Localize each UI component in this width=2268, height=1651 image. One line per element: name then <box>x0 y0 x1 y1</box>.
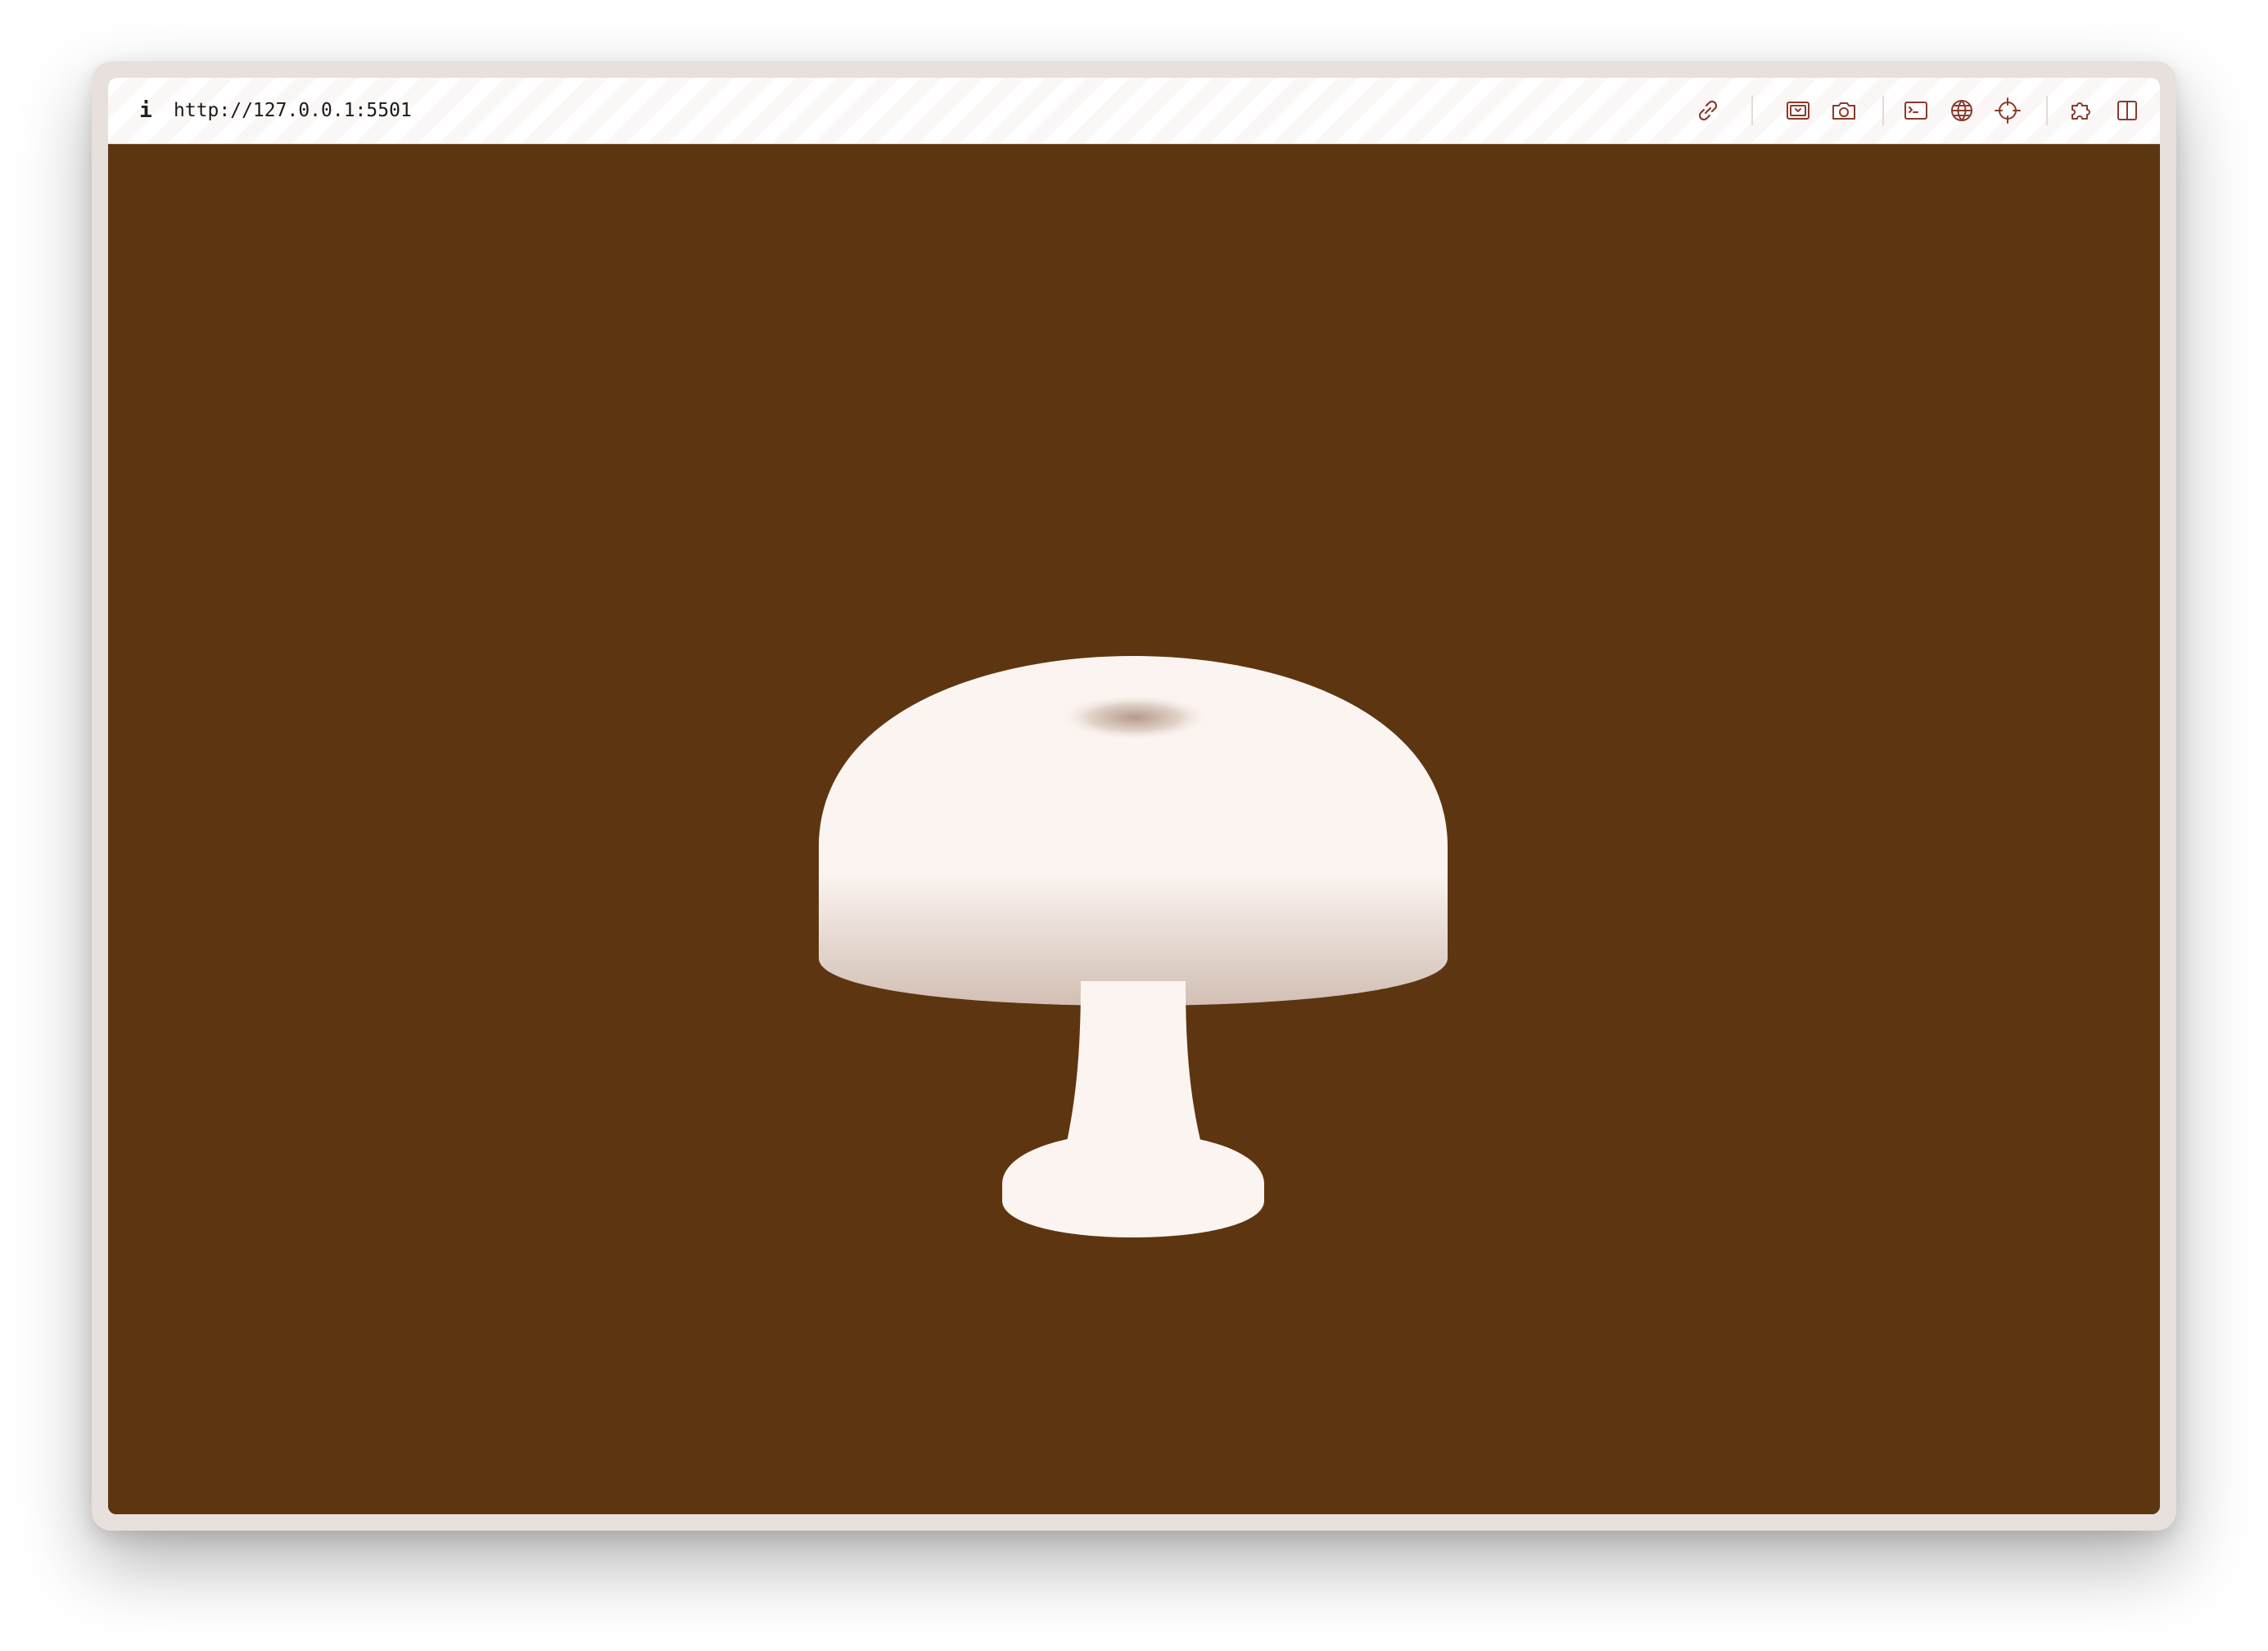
toolbar-separator <box>2046 96 2048 125</box>
lamp-base <box>1002 1133 1264 1237</box>
lamp-top-dimple <box>1059 694 1210 740</box>
split-view-icon[interactable] <box>2111 94 2144 127</box>
globe-icon[interactable] <box>1945 94 1978 127</box>
crosshair-icon[interactable] <box>1991 94 2024 127</box>
mushroom-lamp-illustration <box>819 656 1448 1237</box>
terminal-icon[interactable] <box>1900 94 1932 127</box>
browser-window: i http://127.0.0.1:5501 <box>92 61 2176 1531</box>
extensions-icon[interactable] <box>2065 94 2098 127</box>
toolbar-separator <box>1882 96 1884 125</box>
screencast-icon[interactable] <box>1782 94 1814 127</box>
link-icon[interactable] <box>1692 94 1724 127</box>
lamp-stem <box>1064 981 1204 1153</box>
address-bar-url[interactable]: http://127.0.0.1:5501 <box>174 94 412 127</box>
camera-icon[interactable] <box>1828 94 1860 127</box>
browser-toolbar: i http://127.0.0.1:5501 <box>108 78 2160 144</box>
page-viewport <box>108 144 2160 1514</box>
toolbar-separator <box>1751 96 1753 125</box>
browser-frame: i http://127.0.0.1:5501 <box>108 78 2160 1514</box>
info-icon[interactable]: i <box>138 96 154 125</box>
